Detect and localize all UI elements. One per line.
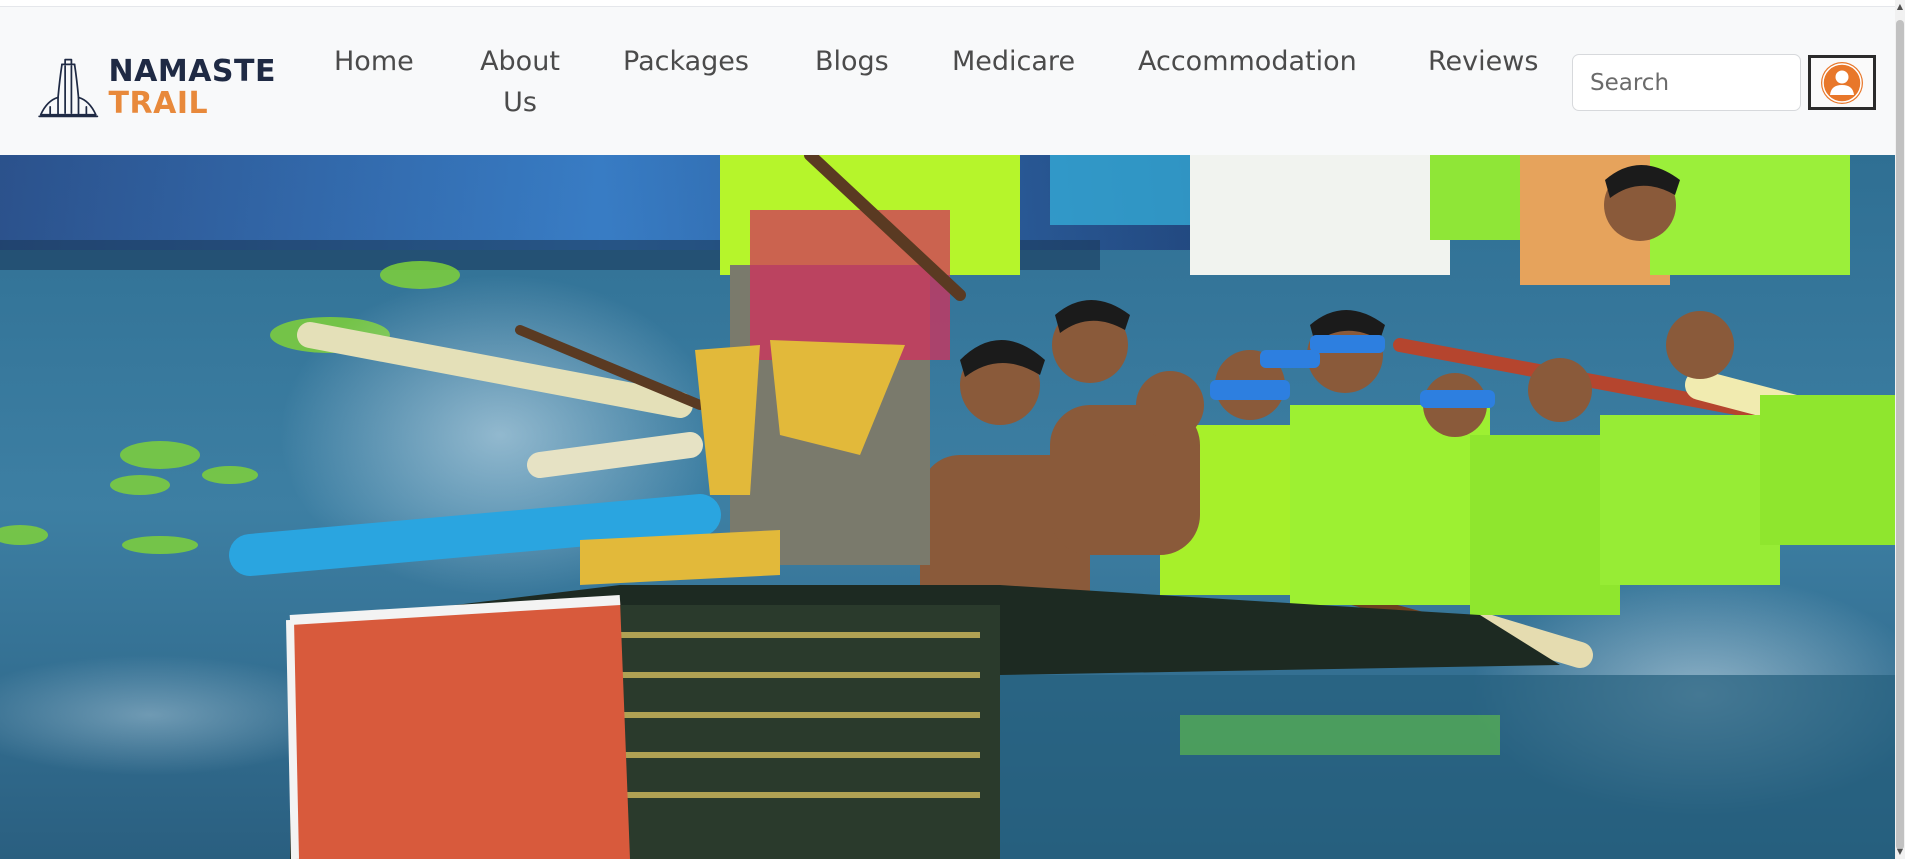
page-scrollbar[interactable]: ▲ ▼ — [1895, 0, 1905, 859]
snake-boat-race-photo — [0, 155, 1895, 859]
hero-banner — [0, 155, 1895, 859]
brand-name-line2: TRAIL — [108, 86, 209, 121]
scroll-up-icon[interactable]: ▲ — [1895, 0, 1905, 14]
brand-logo[interactable]: NAMASTE TRAIL — [36, 45, 276, 131]
nav-about-us[interactable]: About Us — [470, 41, 570, 123]
scroll-thumb[interactable] — [1896, 20, 1904, 850]
brand-name-line1: NAMASTE — [108, 54, 276, 89]
nav-medicare[interactable]: Medicare — [952, 41, 1075, 82]
navbar: NAMASTE TRAIL Home About Us Packages Blo… — [0, 7, 1895, 155]
search-input[interactable] — [1572, 54, 1801, 111]
page: NAMASTE TRAIL Home About Us Packages Blo… — [0, 0, 1905, 859]
folded-hands-temple-icon — [38, 58, 99, 118]
nav-home[interactable]: Home — [334, 41, 414, 82]
nav-accommodation[interactable]: Accommodation — [1138, 41, 1357, 82]
top-border — [0, 0, 1895, 7]
user-avatar-icon — [1821, 61, 1863, 104]
nav-packages[interactable]: Packages — [623, 41, 749, 82]
profile-button[interactable] — [1808, 55, 1876, 110]
nav-reviews[interactable]: Reviews — [1428, 41, 1538, 82]
scroll-down-icon[interactable]: ▼ — [1895, 845, 1905, 859]
nav-blogs[interactable]: Blogs — [815, 41, 889, 82]
